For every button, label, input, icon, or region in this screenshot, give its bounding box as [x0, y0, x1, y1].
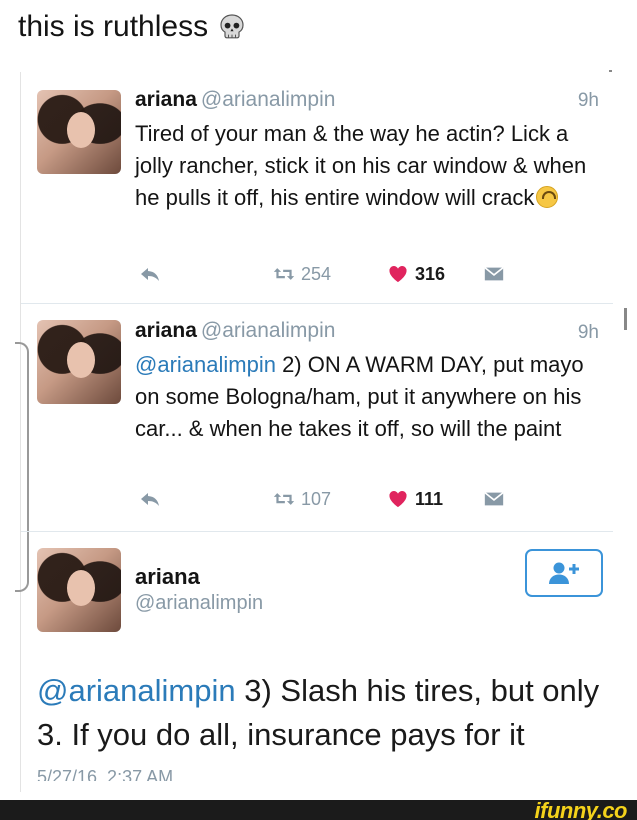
like-count: 316	[415, 263, 446, 284]
tweet-body: Tired of your man & the way he actin? Li…	[135, 121, 587, 210]
user-handle[interactable]: @arianalimpin	[201, 88, 336, 111]
envelope-icon	[484, 491, 504, 506]
tweet-text: Tired of your man & the way he actin? Li…	[135, 118, 605, 214]
display-name[interactable]: ariana	[135, 564, 200, 590]
tweet-header: ariana @arianalimpin	[135, 88, 335, 112]
display-name[interactable]: ariana	[135, 319, 197, 342]
reply-button[interactable]	[139, 490, 161, 508]
tweet-actions: 254 316	[135, 259, 595, 289]
retweet-button[interactable]: 107	[273, 489, 331, 510]
tweet-actions: 107 111	[135, 484, 595, 514]
envelope-icon	[484, 266, 504, 281]
tweet-item[interactable]: ariana @arianalimpin 9h Tired of your man…	[21, 72, 613, 304]
like-button[interactable]: 111	[387, 489, 443, 510]
like-button[interactable]: 316	[387, 264, 445, 285]
tweet-time[interactable]: 9h	[578, 90, 599, 112]
avatar[interactable]	[37, 320, 121, 404]
reply-icon	[141, 493, 159, 506]
tweet-text: @arianalimpin 2) ON A WARM DAY, put mayo…	[135, 349, 605, 445]
mention-link[interactable]: @arianalimpin	[37, 673, 236, 708]
retweet-button[interactable]: 254	[273, 264, 331, 285]
retweet-icon	[273, 493, 295, 505]
retweet-count: 254	[301, 263, 332, 284]
heart-icon	[389, 491, 407, 508]
like-count: 111	[415, 488, 444, 509]
scroll-indicator-secondary	[624, 308, 627, 330]
retweet-count: 107	[301, 488, 332, 509]
watermark-logo: ifunny.co	[534, 798, 628, 820]
direct-message-button[interactable]	[483, 265, 505, 283]
mention-link[interactable]: @arianalimpin	[135, 352, 276, 377]
tweet-item[interactable]: ariana @arianalimpin 9h @arianalimpin 2) …	[21, 304, 613, 532]
heart-icon	[389, 266, 407, 283]
reply-button[interactable]	[139, 265, 161, 283]
avatar[interactable]	[37, 90, 121, 174]
follow-button[interactable]	[525, 549, 603, 597]
skull-icon	[220, 14, 244, 39]
tweet-time[interactable]: 9h	[578, 322, 599, 344]
post-caption: this is ruthless	[18, 10, 246, 44]
add-user-icon	[549, 562, 579, 584]
caption-text: this is ruthless	[18, 10, 209, 43]
avatar[interactable]	[37, 548, 121, 632]
display-name[interactable]: ariana	[135, 88, 197, 111]
tweet-text: @arianalimpin 3) Slash his tires, but on…	[37, 669, 609, 757]
tweet-thread: ariana @arianalimpin 9h Tired of your man…	[15, 72, 613, 792]
retweet-icon	[273, 268, 295, 280]
user-handle[interactable]: @arianalimpin	[201, 319, 336, 342]
watermark-bar: ifunny.co	[0, 798, 637, 820]
reply-icon	[141, 268, 159, 281]
tweet-header: ariana @arianalimpin	[135, 319, 335, 343]
tweet-timestamp[interactable]: 5/27/16, 2:37 AM	[37, 767, 173, 781]
detail-tweet[interactable]: ariana @arianalimpin @arianalimpin 3) Sl…	[21, 532, 613, 792]
direct-message-button[interactable]	[483, 490, 505, 508]
user-handle[interactable]: @arianalimpin	[135, 592, 263, 615]
upside-down-face-icon	[536, 186, 559, 208]
